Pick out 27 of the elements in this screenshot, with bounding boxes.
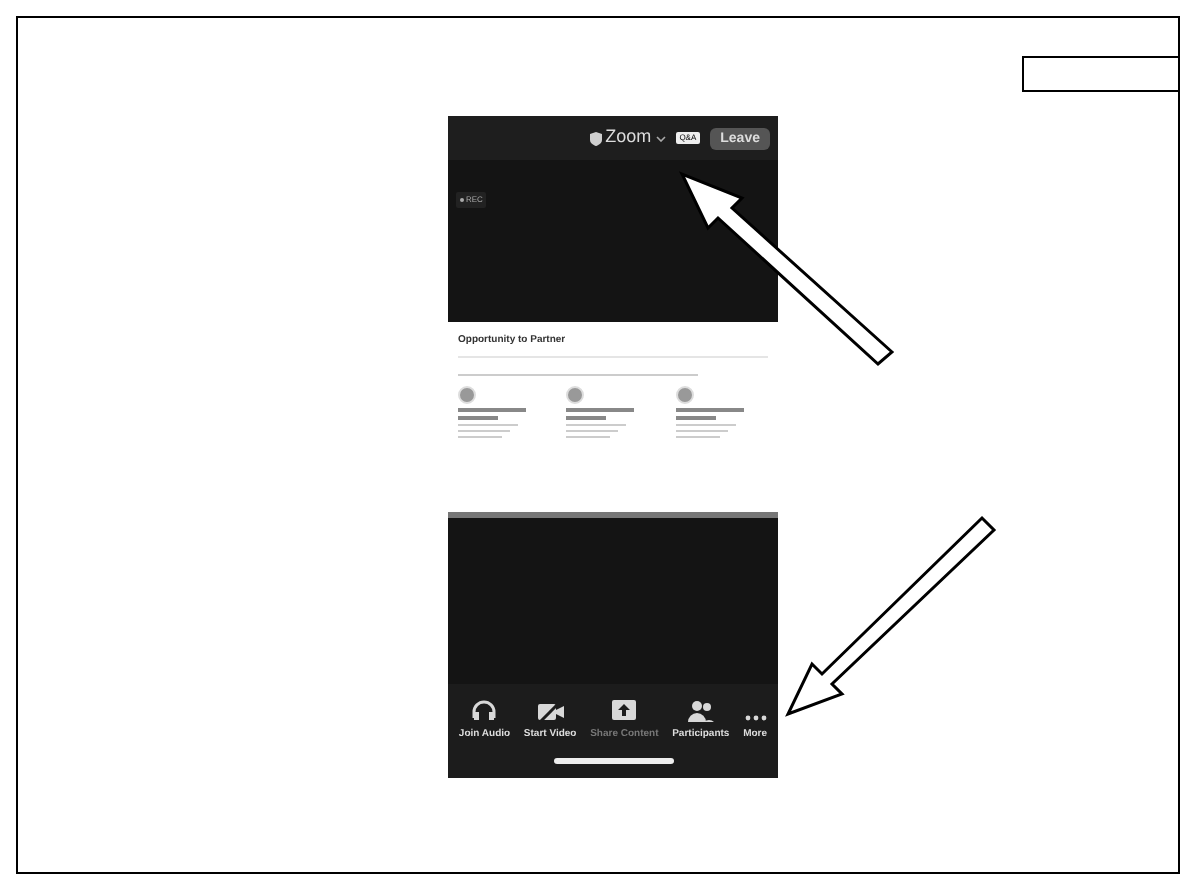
blurred-text-line bbox=[566, 429, 619, 431]
home-indicator bbox=[553, 757, 673, 763]
blurred-text-line bbox=[566, 415, 607, 419]
blurred-text-line bbox=[675, 415, 716, 419]
video-off-icon bbox=[537, 700, 564, 722]
blurred-text-line bbox=[675, 423, 736, 425]
share-screen-icon bbox=[612, 700, 637, 722]
blurred-text-line bbox=[458, 435, 502, 437]
step-icon bbox=[458, 385, 476, 403]
meeting-title[interactable]: Zoom bbox=[589, 124, 666, 152]
blurred-text-line bbox=[566, 407, 635, 411]
blurred-text-line bbox=[458, 429, 510, 431]
more-icon bbox=[743, 714, 768, 722]
step-icon bbox=[675, 385, 694, 403]
blurred-text-line bbox=[458, 415, 498, 419]
blurred-text-line bbox=[458, 423, 518, 425]
chevron-icon bbox=[655, 135, 666, 141]
blurred-text-line bbox=[675, 407, 744, 411]
blurred-text-line bbox=[675, 429, 728, 431]
blurred-text-line bbox=[566, 423, 627, 425]
step-icon bbox=[566, 385, 585, 403]
headphones-icon bbox=[472, 700, 497, 722]
shield-icon bbox=[589, 131, 602, 145]
people-icon bbox=[687, 700, 714, 722]
blurred-text-line bbox=[566, 435, 611, 437]
blurred-text-line bbox=[458, 407, 526, 411]
blurred-text-line bbox=[675, 435, 720, 437]
